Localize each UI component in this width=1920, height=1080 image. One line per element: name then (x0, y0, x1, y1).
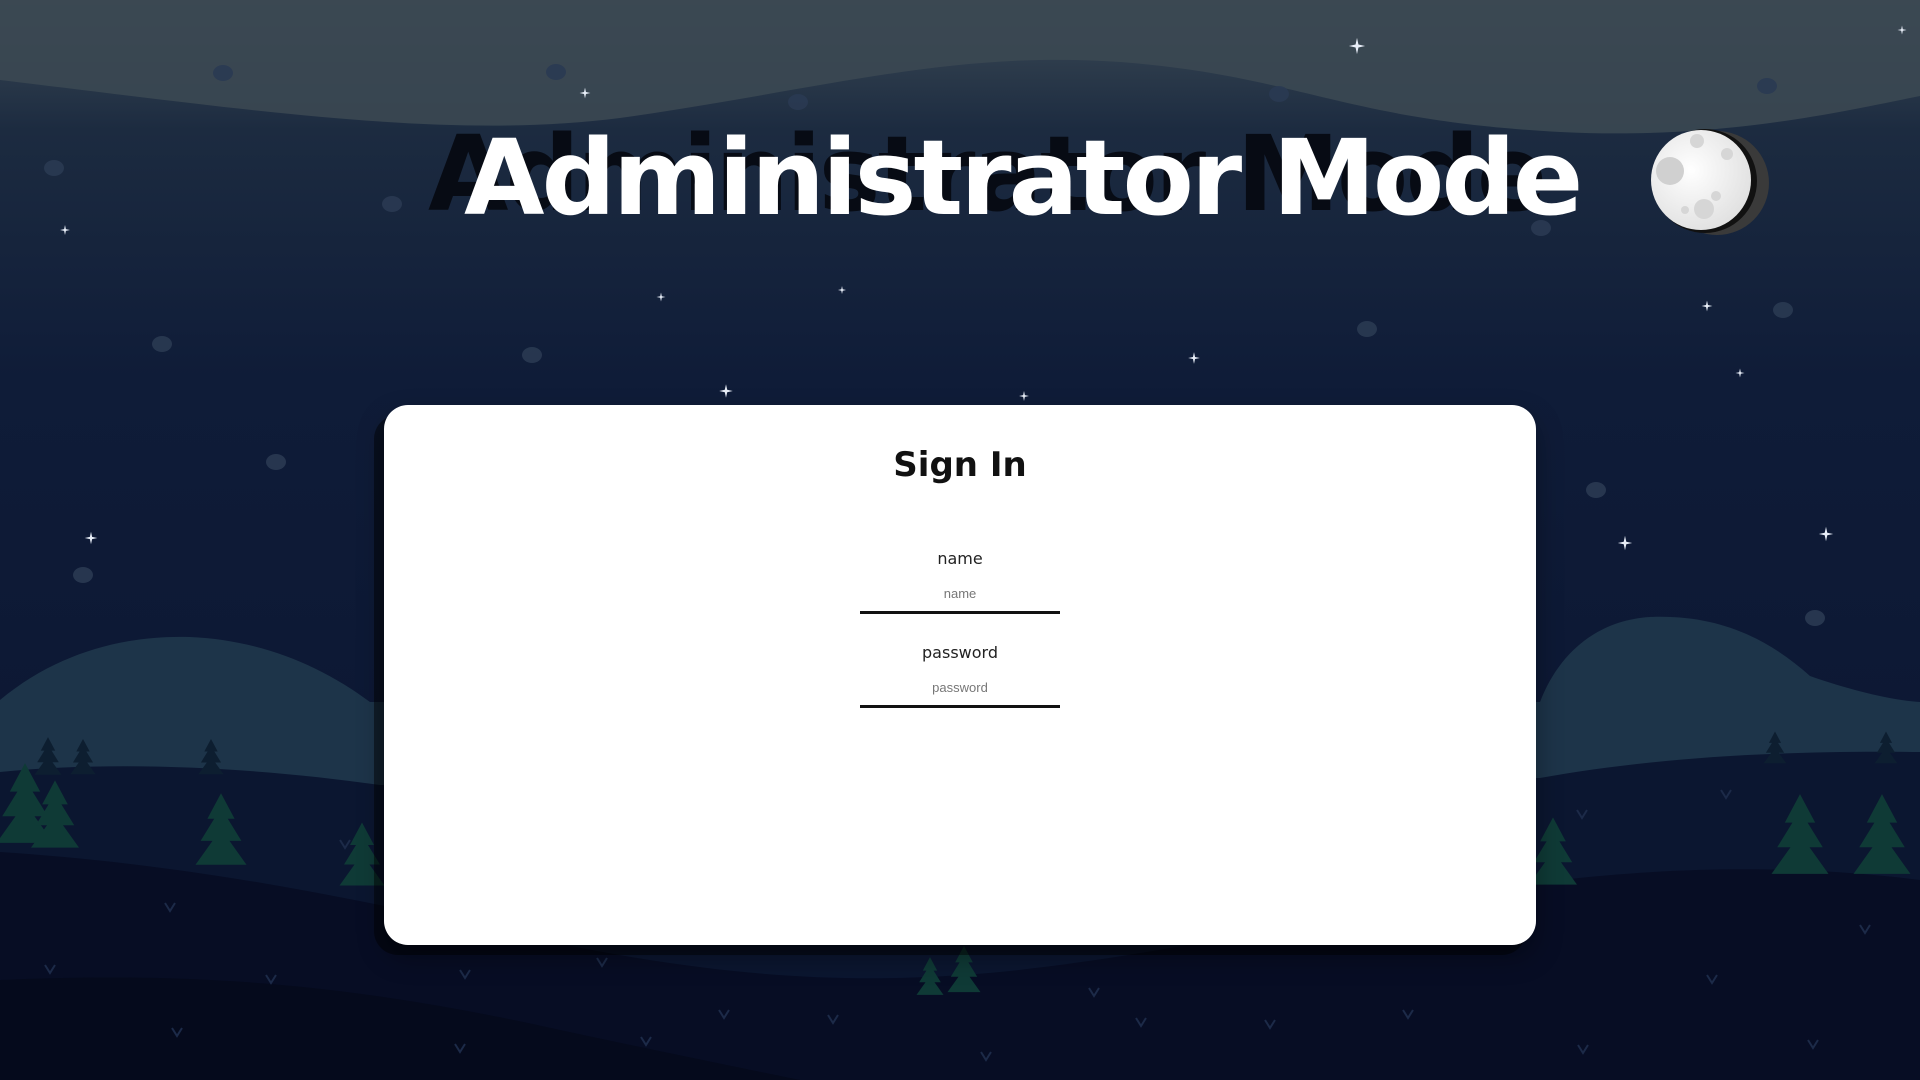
password-input[interactable] (860, 670, 1060, 708)
name-field-group: name (860, 548, 1060, 614)
signin-card: Sign In name password (384, 405, 1536, 945)
signin-title: Sign In (893, 445, 1027, 485)
name-label: name (937, 549, 983, 568)
password-field-group: password (860, 642, 1060, 708)
name-input[interactable] (860, 576, 1060, 614)
page-title-area: Administrator Mode Administrator Mode (428, 118, 1583, 248)
password-label: password (922, 643, 998, 662)
page-title: Administrator Mode (464, 117, 1583, 239)
